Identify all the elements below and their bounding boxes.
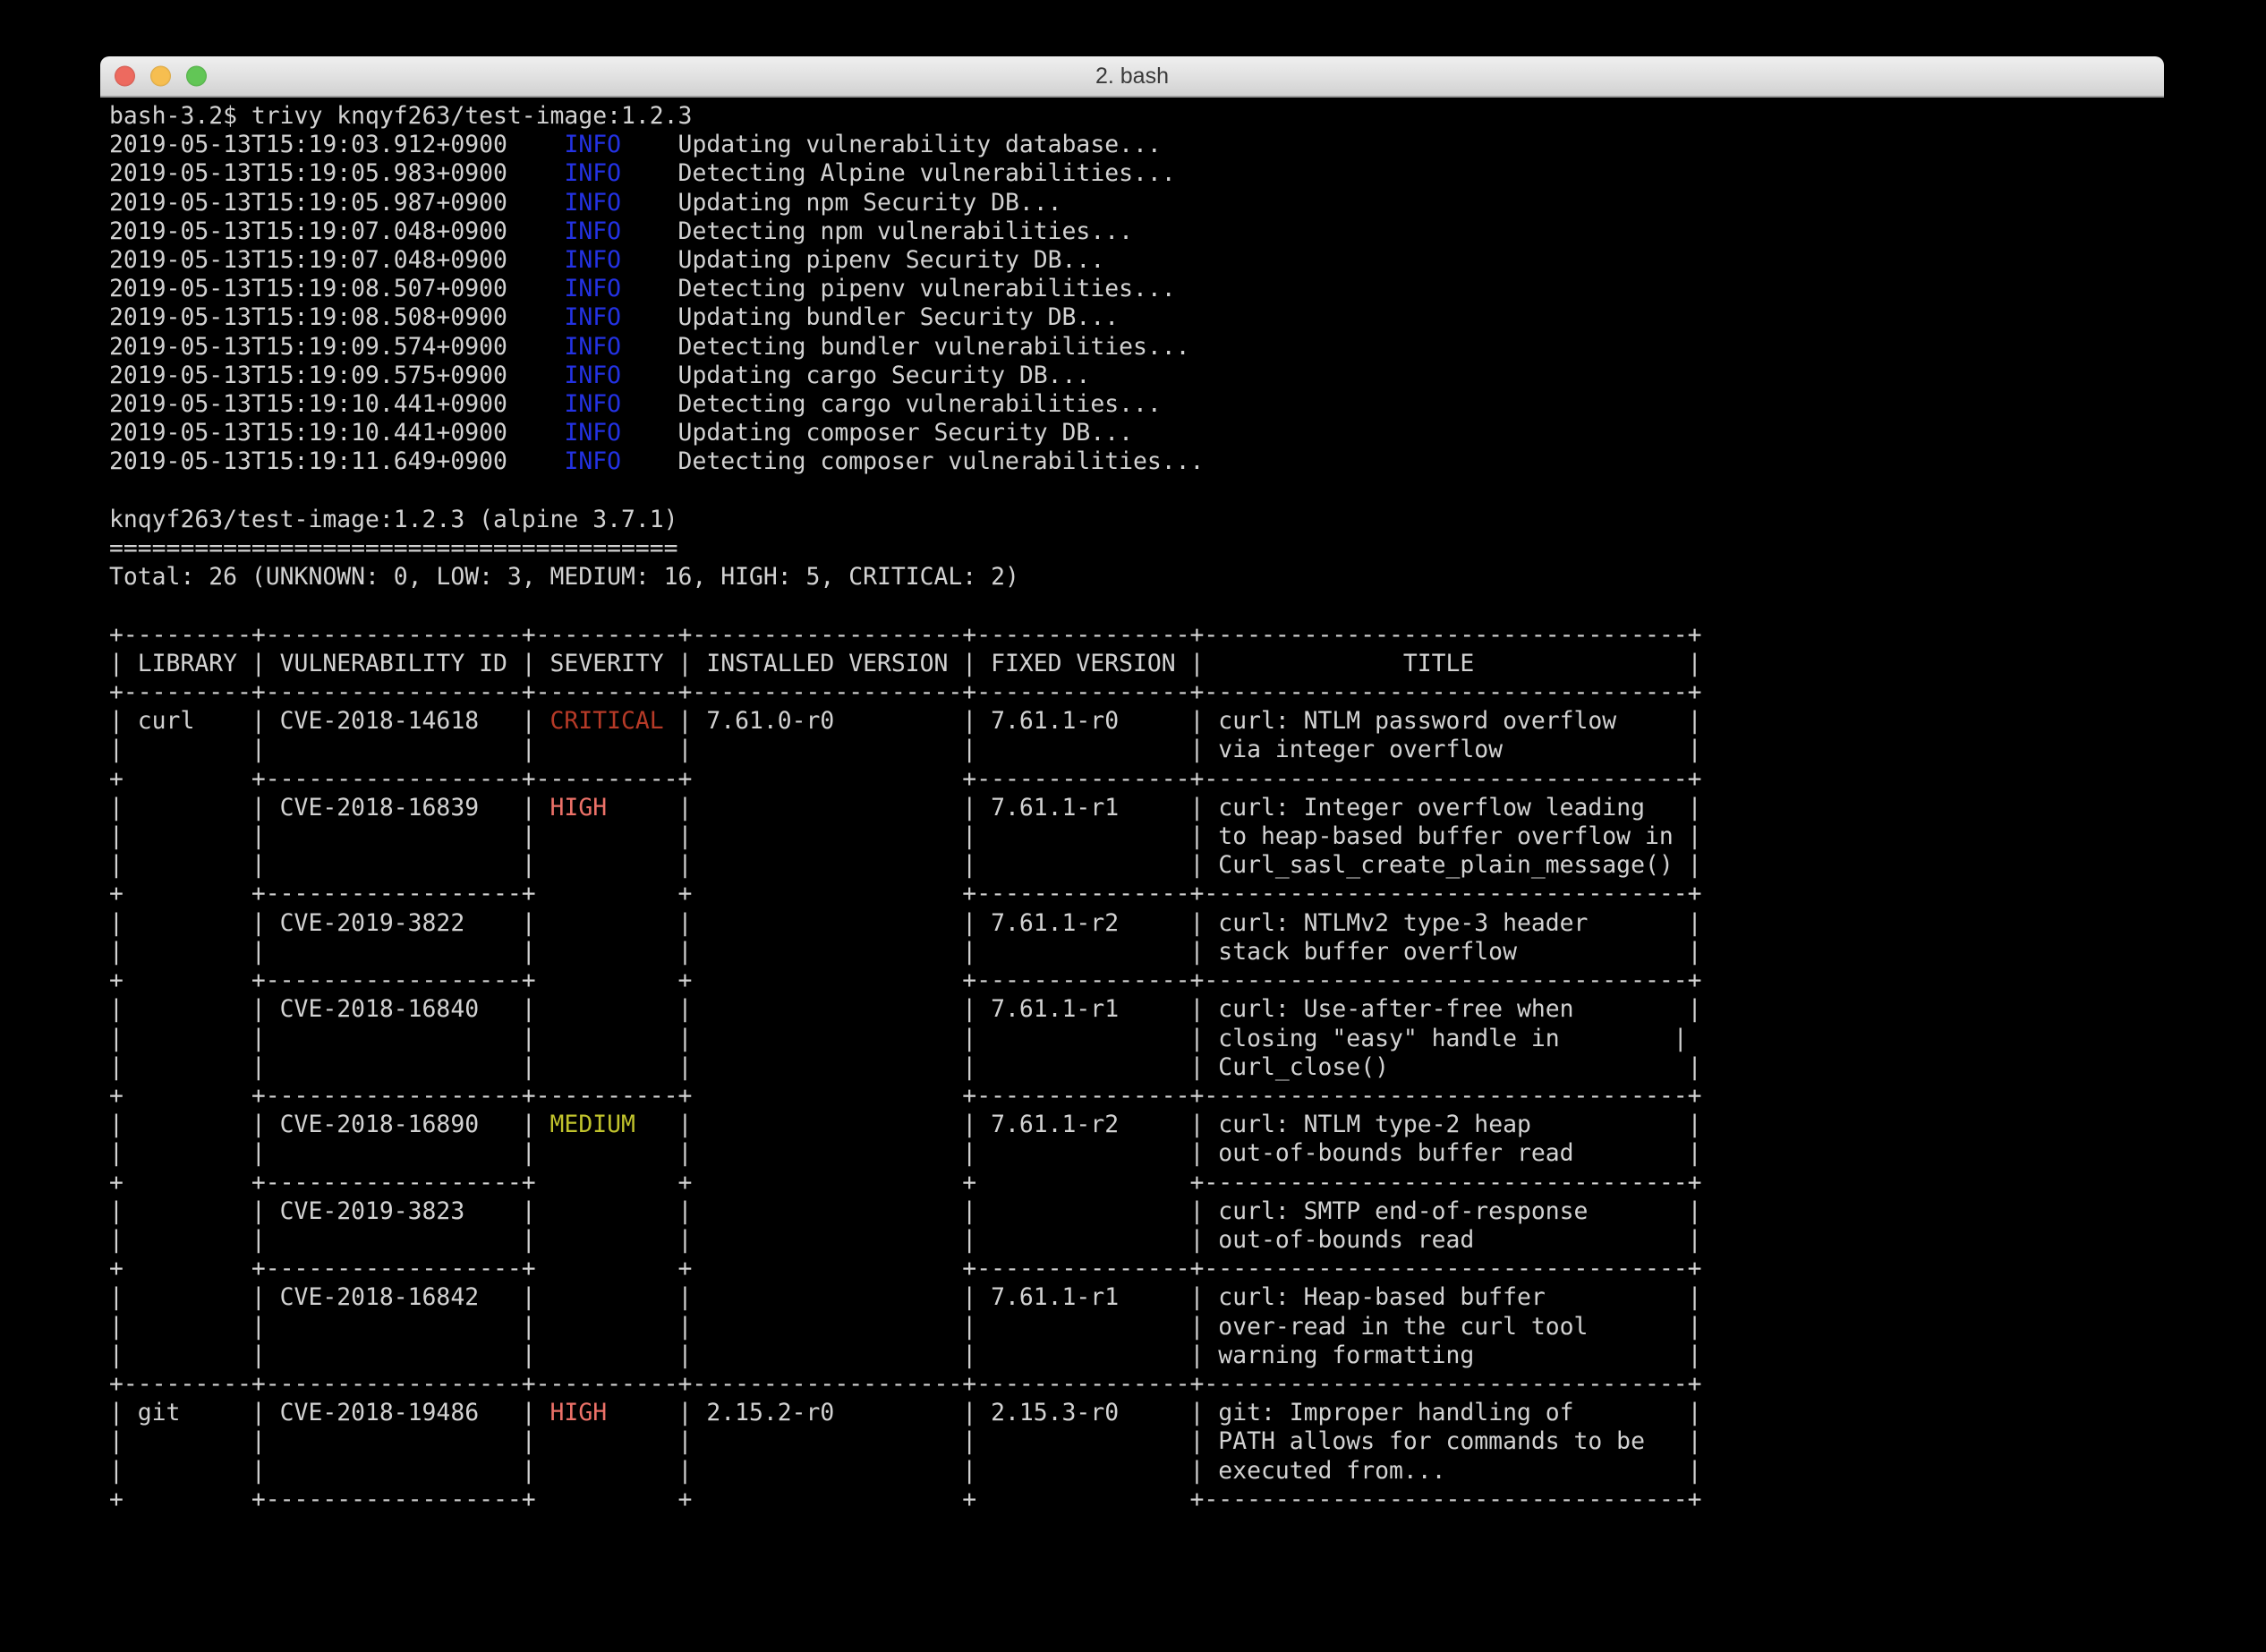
desktop-background: 2. bash bash-3.2$ trivy knqyf263/test-im… <box>0 0 2266 1652</box>
traffic-lights <box>115 66 207 87</box>
terminal-output: bash-3.2$ trivy knqyf263/test-image:1.2.… <box>109 102 2164 1514</box>
close-button[interactable] <box>115 66 135 87</box>
window-titlebar[interactable]: 2. bash <box>100 56 2164 98</box>
zoom-button[interactable] <box>186 66 207 87</box>
terminal-window: 2. bash bash-3.2$ trivy knqyf263/test-im… <box>100 56 2164 1622</box>
window-title: 2. bash <box>1095 64 1169 89</box>
minimize-button[interactable] <box>150 66 171 87</box>
terminal-screen[interactable]: bash-3.2$ trivy knqyf263/test-image:1.2.… <box>100 98 2164 1622</box>
